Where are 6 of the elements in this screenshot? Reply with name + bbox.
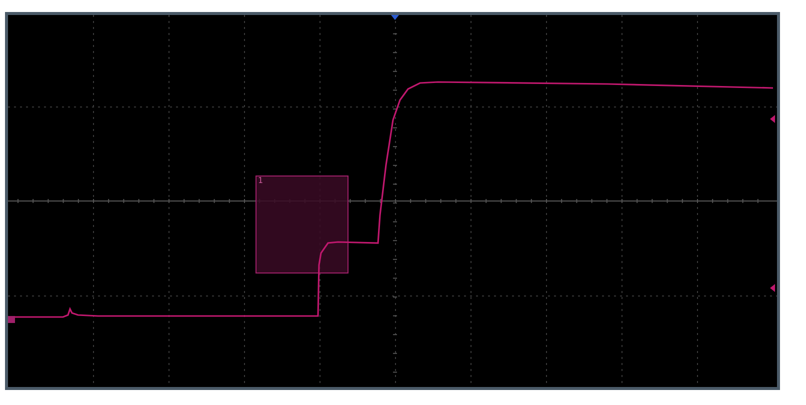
trigger-position-icon[interactable] bbox=[391, 15, 399, 20]
channel-marker-icon[interactable] bbox=[8, 316, 15, 323]
zone-label: 1 bbox=[258, 176, 264, 185]
trigger-level-icon[interactable] bbox=[770, 284, 775, 292]
zone-box[interactable] bbox=[256, 176, 348, 274]
trigger-level-icon[interactable] bbox=[770, 115, 775, 123]
